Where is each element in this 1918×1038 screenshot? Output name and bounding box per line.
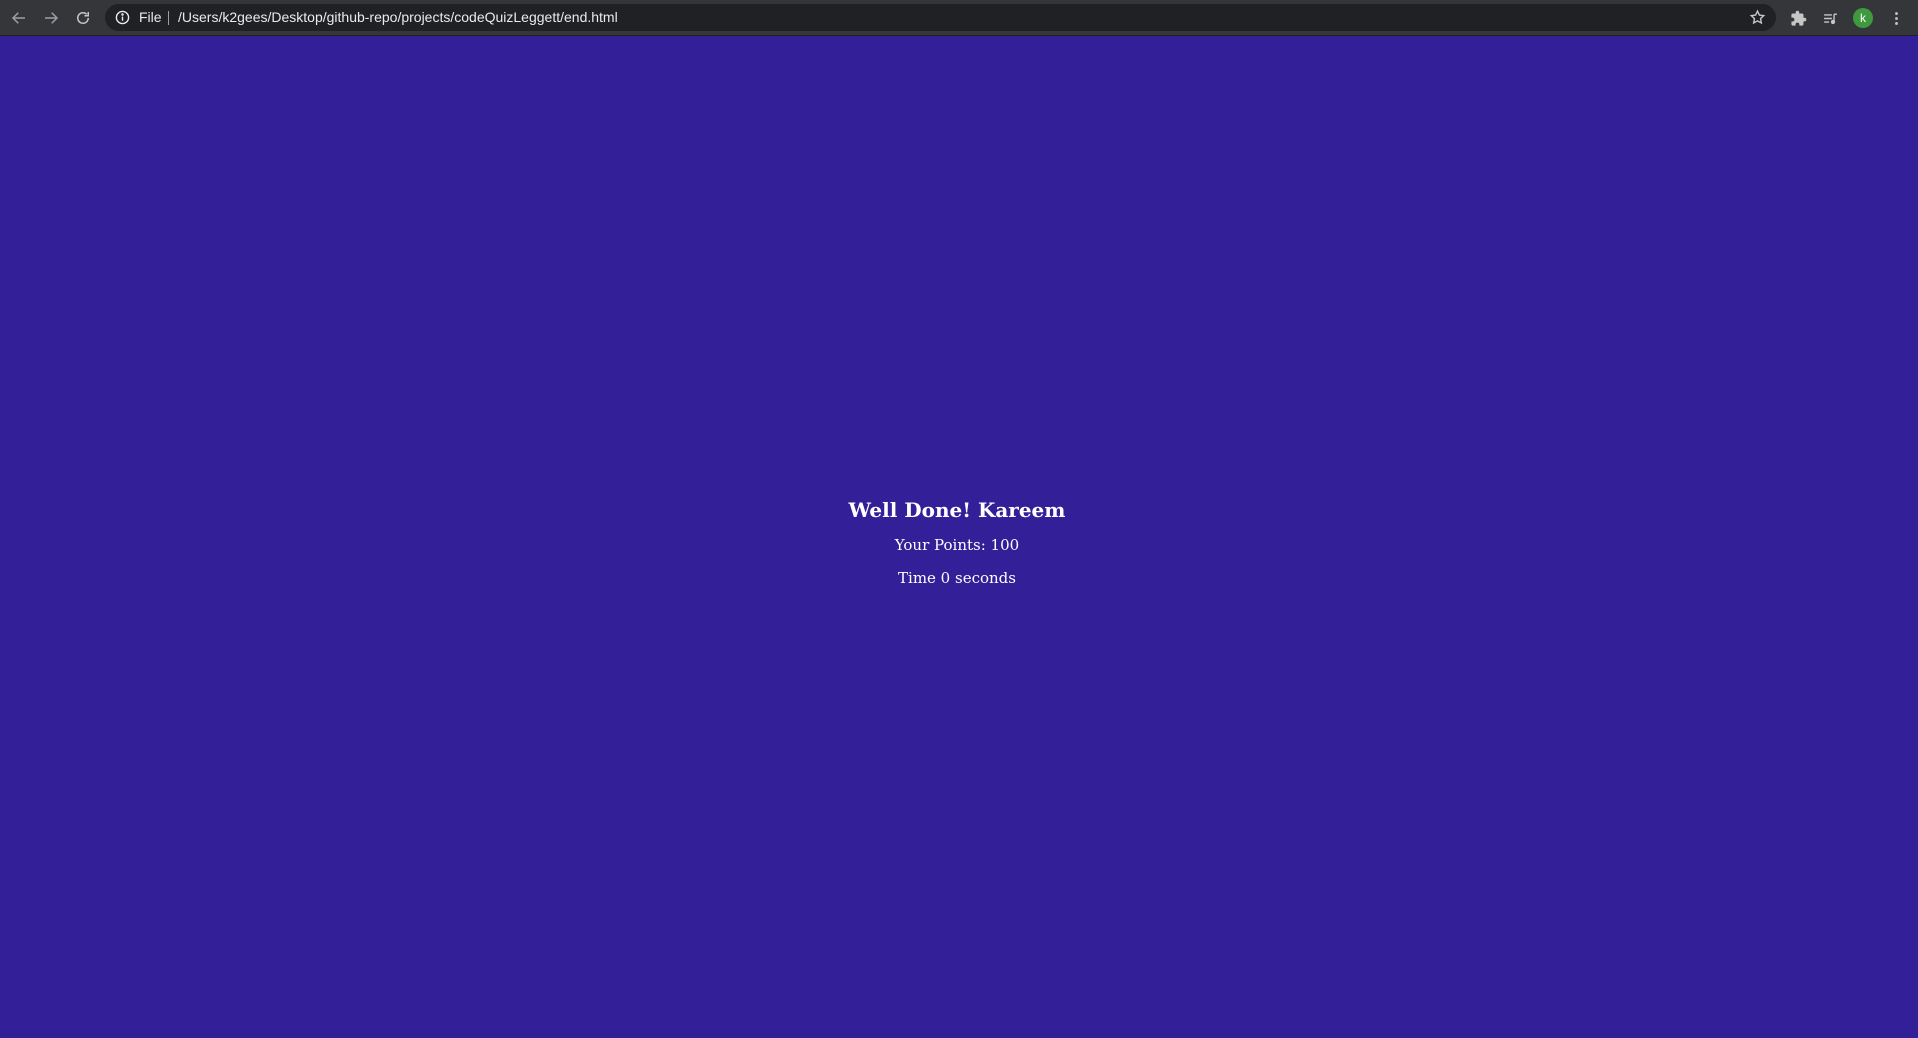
page-content: Well Done! Kareem Your Points: 100 Time …: [0, 37, 1918, 1038]
info-icon[interactable]: [115, 10, 130, 25]
address-bar[interactable]: File /Users/k2gees/Desktop/github-repo/p…: [105, 4, 1776, 31]
reload-icon[interactable]: [72, 7, 94, 29]
avatar[interactable]: k: [1853, 8, 1873, 28]
page-title: Well Done! Kareem: [848, 498, 1066, 522]
puzzle-icon[interactable]: [1788, 8, 1808, 28]
media-queue-icon[interactable]: [1820, 8, 1840, 28]
time-text: Time 0 seconds: [898, 569, 1016, 587]
scheme-label: File: [139, 9, 162, 25]
forward-arrow-icon[interactable]: [40, 7, 62, 29]
result-summary: Well Done! Kareem Your Points: 100 Time …: [0, 497, 1914, 590]
scheme-divider: [168, 11, 169, 25]
url-text[interactable]: /Users/k2gees/Desktop/github-repo/projec…: [178, 9, 618, 26]
back-arrow-icon[interactable]: [8, 7, 30, 29]
star-icon[interactable]: [1749, 9, 1766, 26]
points-text: Your Points: 100: [894, 536, 1020, 554]
browser-toolbar: File /Users/k2gees/Desktop/github-repo/p…: [0, 0, 1918, 36]
kebab-menu-icon[interactable]: [1886, 8, 1906, 28]
